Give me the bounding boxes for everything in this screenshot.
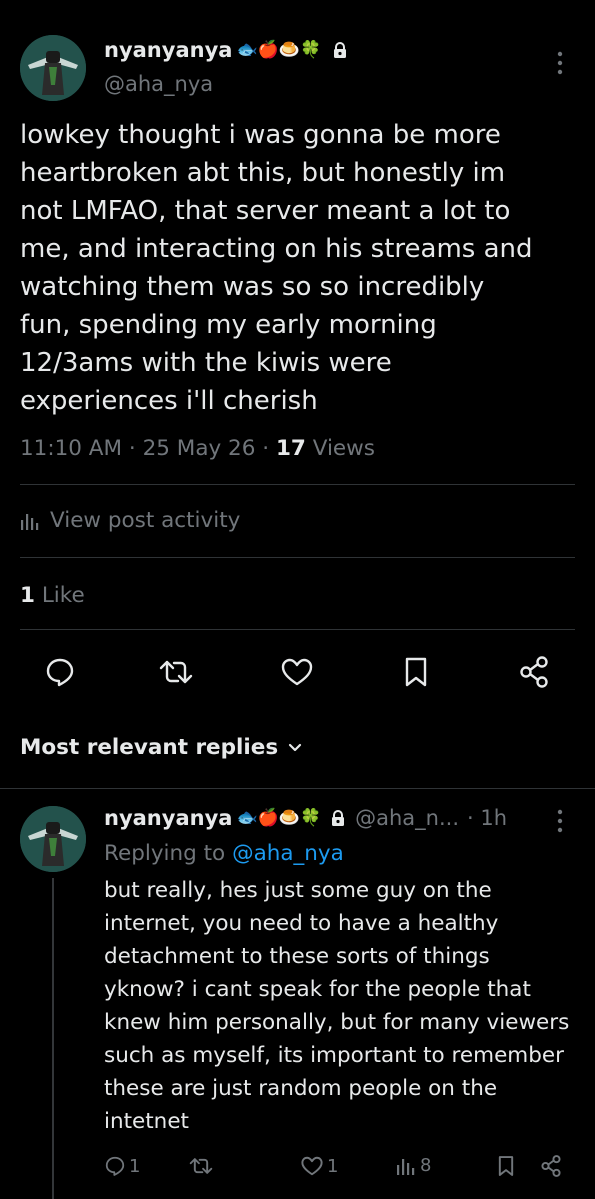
replying-to: Replying to @aha_nya (104, 841, 344, 866)
likes-summary[interactable]: 1 Like (20, 583, 85, 608)
author-avatar[interactable] (20, 35, 86, 101)
post-date[interactable]: 25 May 26 (143, 436, 256, 461)
reply-views-button[interactable]: 8 (396, 1155, 431, 1176)
reply-author-display-name[interactable]: nyanyanya (104, 806, 232, 830)
analytics-icon (396, 1156, 416, 1176)
divider (20, 557, 575, 558)
reply-icon (104, 1155, 126, 1177)
view-post-activity-label: View post activity (50, 508, 241, 533)
reply-repost-icon[interactable] (188, 1155, 214, 1177)
replying-to-label: Replying to (104, 841, 226, 866)
author-handle[interactable]: @aha_nya (104, 72, 213, 96)
view-post-activity[interactable]: View post activity (20, 508, 240, 533)
analytics-icon (20, 512, 40, 530)
reply-reply-count: 1 (129, 1155, 141, 1177)
post-views-label: Views (312, 436, 375, 461)
share-icon[interactable] (518, 655, 550, 689)
reply-like-button[interactable]: 1 (300, 1155, 338, 1177)
reply-reply-button[interactable]: 1 (104, 1155, 140, 1177)
reply-header-row: nyanyanya 🐟🍎🍮🍀 @aha_n... · 1h (104, 806, 507, 830)
reply-more-options-icon[interactable] (556, 808, 564, 834)
reply-share-icon[interactable] (540, 1154, 562, 1178)
reply-icon[interactable] (44, 656, 76, 688)
likes-label: Like (41, 583, 85, 608)
reply-text: but really, hes just some guy on the int… (104, 878, 570, 1134)
replies-sort-selector[interactable]: Most relevant replies (20, 735, 302, 760)
reply-author-avatar[interactable] (20, 806, 86, 872)
reply-like-count: 1 (327, 1155, 339, 1177)
divider (20, 484, 575, 485)
heart-icon (300, 1155, 324, 1177)
replies-sort-label: Most relevant replies (20, 735, 279, 760)
replying-to-handle-link[interactable]: @aha_nya (232, 841, 344, 866)
thread-line (52, 878, 54, 1199)
reply-author-handle[interactable]: @aha_n... (355, 806, 459, 830)
post-meta: 11:10 AM · 25 May 26 · 17 Views (20, 436, 375, 461)
chevron-down-icon (288, 743, 302, 753)
reply-view-count: 8 (420, 1155, 432, 1176)
reply-bookmark-icon[interactable] (496, 1155, 516, 1177)
author-name-row: nyanyanya 🐟🍎🍮🍀 (104, 38, 347, 62)
likes-count: 1 (20, 583, 35, 608)
lock-icon (333, 42, 347, 58)
author-display-name[interactable]: nyanyanya (104, 38, 232, 62)
reply-age[interactable]: · 1h (467, 806, 507, 830)
like-icon[interactable] (280, 656, 314, 688)
lock-icon (331, 810, 345, 826)
post-views-count: 17 (275, 436, 306, 461)
divider (0, 788, 595, 789)
divider (20, 629, 575, 630)
post-text: lowkey thought i was gonna be more heart… (20, 120, 533, 416)
author-emoji-badges: 🐟🍎🍮🍀 (236, 40, 322, 60)
reply-author-emoji-badges: 🐟🍎🍮🍀 (236, 808, 322, 828)
bookmark-icon[interactable] (402, 656, 430, 688)
repost-icon[interactable] (158, 656, 194, 688)
more-options-icon[interactable] (556, 50, 564, 76)
post-time[interactable]: 11:10 AM (20, 436, 122, 461)
